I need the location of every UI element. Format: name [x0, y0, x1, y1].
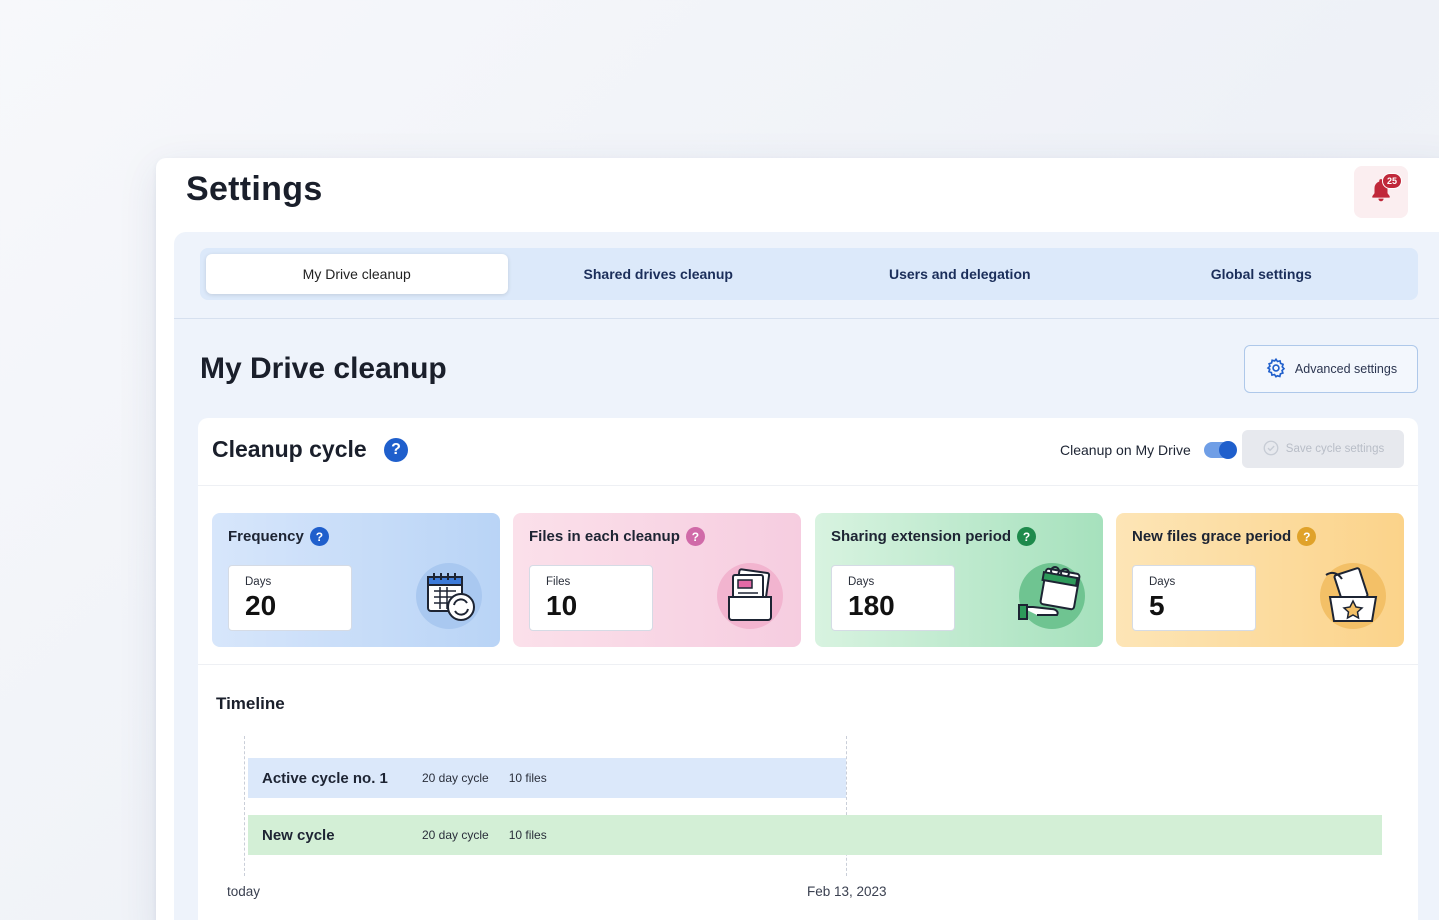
advanced-settings-label: Advanced settings: [1294, 362, 1398, 376]
active-cycle-label: Active cycle no. 1: [262, 769, 388, 787]
calendar-refresh-icon: [414, 561, 484, 631]
settings-content: My Drive cleanup Shared drives cleanup U…: [174, 232, 1439, 920]
files-help-icon[interactable]: ?: [685, 527, 705, 546]
advanced-settings-button[interactable]: Advanced settings: [1244, 345, 1418, 393]
files-title-text: Files in each cleanup: [529, 528, 680, 545]
gear-icon: [1265, 357, 1287, 382]
active-cycle-bar[interactable]: Active cycle no. 1 20 day cycle 10 files: [248, 758, 846, 798]
frequency-title: Frequency ?: [228, 527, 484, 546]
grace-help-icon[interactable]: ?: [1297, 527, 1317, 546]
timeline-start-line: [244, 736, 245, 876]
tab-my-drive-cleanup[interactable]: My Drive cleanup: [206, 254, 508, 294]
grace-value: 5: [1149, 590, 1165, 621]
cycle-title: Cleanup cycle: [212, 436, 367, 462]
cleanup-toggle[interactable]: [1204, 441, 1237, 459]
grace-title: New files grace period ?: [1132, 527, 1388, 546]
new-cycle-label: New cycle: [262, 826, 335, 844]
grace-unit: Days: [1149, 576, 1176, 588]
frequency-input[interactable]: Days 20: [228, 565, 352, 631]
notifications-button[interactable]: 25: [1354, 166, 1408, 218]
save-cycle-settings-label: Save cycle settings: [1285, 443, 1385, 455]
active-cycle-files: 10 files: [508, 771, 547, 785]
notification-count-badge: 25: [1382, 173, 1402, 189]
files-title: Files in each cleanup ?: [529, 527, 785, 546]
timeline-end-date: Feb 13, 2023: [807, 884, 887, 899]
frequency-card: Frequency ? Days 20: [212, 513, 500, 647]
tabs-divider: [174, 318, 1439, 319]
files-input[interactable]: Files 10: [529, 565, 653, 631]
new-cycle-duration: 20 day cycle: [422, 828, 489, 842]
frequency-unit: Days: [245, 576, 272, 588]
cleanup-toggle-label: Cleanup on My Drive: [1060, 442, 1191, 458]
sharing-title-text: Sharing extension period: [831, 528, 1012, 545]
new-cycle-bar[interactable]: New cycle 20 day cycle 10 files: [248, 815, 1382, 855]
sharing-extension-card: Sharing extension period ? Days 180: [815, 513, 1103, 647]
settings-tabs: My Drive cleanup Shared drives cleanup U…: [200, 248, 1418, 300]
timeline-separator: [198, 664, 1418, 665]
section-title: My Drive cleanup: [200, 352, 447, 385]
grace-input[interactable]: Days 5: [1132, 565, 1256, 631]
timeline-start-date: today: [227, 884, 261, 899]
files-unit: Files: [546, 576, 571, 588]
frequency-value: 20: [245, 590, 277, 621]
settings-window: Settings 25 My Drive cleanup Shared driv…: [156, 158, 1439, 920]
cycle-card-header: Cleanup cycle ? Cleanup on My Drive Save…: [198, 418, 1418, 486]
grace-title-text: New files grace period: [1132, 528, 1292, 545]
cycle-help-icon[interactable]: ?: [384, 438, 408, 462]
sharing-help-icon[interactable]: ?: [1017, 527, 1037, 546]
sharing-input[interactable]: Days 180: [831, 565, 955, 631]
grace-period-card: New files grace period ? Days 5: [1116, 513, 1404, 647]
tab-global-settings[interactable]: Global settings: [1111, 254, 1413, 294]
timeline-end-line: [846, 736, 847, 876]
frequency-help-icon[interactable]: ?: [309, 527, 329, 546]
files-value: 10: [546, 590, 578, 621]
files-per-cleanup-card: Files in each cleanup ? Files 10: [513, 513, 801, 647]
check-circle-icon: [1262, 439, 1280, 460]
save-cycle-settings-button[interactable]: Save cycle settings: [1242, 430, 1404, 468]
new-cycle-files: 10 files: [508, 828, 547, 842]
folder-files-icon: [715, 561, 785, 631]
cleanup-cycle-card: Cleanup cycle ? Cleanup on My Drive Save…: [198, 418, 1418, 920]
box-star-icon: [1318, 561, 1388, 631]
tab-users-and-delegation[interactable]: Users and delegation: [809, 254, 1111, 294]
page-title: Settings: [186, 170, 323, 208]
tab-shared-drives-cleanup[interactable]: Shared drives cleanup: [508, 254, 810, 294]
hand-calendar-icon: [1017, 561, 1087, 631]
sharing-title: Sharing extension period ?: [831, 527, 1087, 546]
sharing-value: 180: [848, 590, 895, 621]
active-cycle-duration: 20 day cycle: [422, 771, 489, 785]
frequency-title-text: Frequency: [228, 528, 304, 545]
timeline-title: Timeline: [216, 694, 285, 713]
sharing-unit: Days: [848, 576, 875, 588]
